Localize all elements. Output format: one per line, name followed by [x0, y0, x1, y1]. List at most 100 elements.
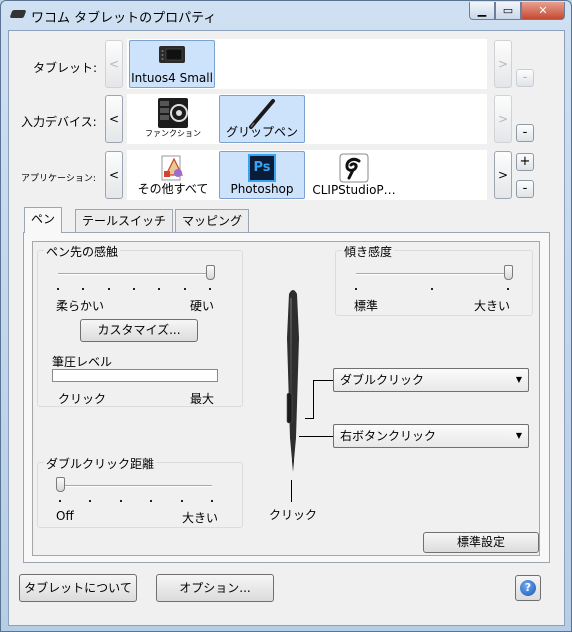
tip-feel-group: ペン先の感触 柔らかい 硬い カスタマイズ... 筆圧レベル クリック 最大 — [37, 243, 243, 407]
pressure-level-bar — [52, 369, 218, 382]
tilt-track — [356, 273, 508, 275]
double-click-tick — [59, 500, 61, 502]
app-item-photoshop-label: Photoshop — [230, 182, 294, 196]
tilt-normal-label: 標準 — [354, 299, 379, 313]
chevron-down-icon: ▼ — [515, 431, 522, 440]
title-bar: ワコム タブレットのプロパティ ▁ ▭ ✕ — [1, 1, 571, 29]
tip-feel-slider[interactable] — [206, 265, 215, 280]
double-click-off-label: Off — [56, 509, 74, 523]
device-item-grip-pen-label: グリップペン — [225, 125, 298, 139]
double-click-tick — [211, 500, 213, 502]
app-item-all-others[interactable]: その他すべて — [133, 151, 213, 199]
close-button[interactable]: ✕ — [521, 2, 565, 20]
help-button[interactable]: ? — [515, 575, 541, 601]
app-prev-button[interactable]: < — [105, 151, 123, 199]
upper-switch-callout — [305, 418, 313, 419]
device-item-grip-pen[interactable]: グリップペン — [219, 95, 305, 143]
double-click-large-label: 大きい — [182, 511, 219, 525]
minimize-icon: ▁ — [477, 4, 487, 17]
tablet-next-button[interactable]: > — [494, 40, 512, 88]
tab-pen[interactable]: ペン — [24, 207, 63, 233]
double-click-distance-title: ダブルクリック距離 — [44, 455, 157, 472]
tablet-item-intuos4-small[interactable]: Intuos4 Small — [129, 40, 215, 88]
double-click-slider[interactable] — [56, 477, 65, 492]
tip-feel-firm-label: 硬い — [190, 299, 215, 313]
tip-feel-tick — [183, 288, 186, 290]
tip-feel-tick — [82, 288, 85, 290]
lower-side-switch-dropdown[interactable]: 右ボタンクリック ▼ — [333, 424, 529, 448]
pressure-level-label: 筆圧レベル — [52, 355, 113, 369]
tablet-icon — [159, 46, 185, 63]
pressure-click-label: クリック — [58, 392, 107, 406]
pen-tab-panel: ペン先の感触 柔らかい 硬い カスタマイズ... 筆圧レベル クリック 最大 ダ… — [23, 232, 550, 563]
app-remove-button[interactable]: - — [516, 180, 534, 198]
window-controls: ▁ ▭ ✕ — [469, 2, 565, 20]
double-click-distance-group: ダブルクリック距離 Off 大きい — [37, 455, 243, 528]
tilt-tick — [431, 288, 433, 290]
pressure-max-label: 最大 — [190, 392, 215, 406]
tip-feel-tick — [57, 288, 59, 290]
tilt-tick — [355, 288, 357, 290]
client-area: タブレット: < Intuos4 Small > - 入力デバイス: < ファン… — [8, 30, 565, 626]
tablet-remove-button[interactable]: - — [516, 69, 534, 87]
tablet-item-label: Intuos4 Small — [131, 71, 213, 85]
upper-switch-callout-vertical — [313, 380, 314, 419]
app-item-clip-studio[interactable]: CLIPStudioP… — [309, 151, 399, 199]
tip-feel-track — [58, 273, 210, 275]
minimize-button[interactable]: ▁ — [469, 2, 495, 20]
window-title: ワコム タブレットのプロパティ — [31, 11, 217, 26]
settings-tabs: ペン テールスイッチ マッピング ペン先の感触 柔らかい 硬い カスタマイズ..… — [23, 207, 550, 563]
tab-tail-switch[interactable]: テールスイッチ — [75, 209, 174, 232]
maximize-icon: ▭ — [502, 4, 514, 17]
app-item-all-others-label: その他すべて — [137, 182, 209, 196]
double-click-tick — [150, 500, 153, 502]
double-click-tick — [180, 500, 183, 502]
app-row-label: アプリケーション: — [21, 174, 96, 184]
tip-feel-tick — [107, 288, 110, 290]
pen-app-icon — [9, 10, 27, 18]
double-click-tick — [89, 500, 92, 502]
device-row-label: 入力デバイス: — [21, 115, 97, 129]
device-next-button[interactable]: > — [494, 95, 512, 143]
device-remove-button[interactable]: - — [516, 124, 534, 142]
app-add-button[interactable]: + — [516, 153, 534, 171]
device-item-function[interactable]: ファンクション — [133, 95, 213, 143]
lower-side-switch-value: 右ボタンクリック — [340, 429, 437, 443]
tablet-prev-button[interactable]: < — [105, 40, 123, 88]
device-item-function-label: ファンクション — [145, 129, 201, 138]
double-click-track — [60, 485, 212, 487]
upper-side-switch-value: ダブルクリック — [340, 373, 425, 387]
tilt-sensitivity-slider[interactable] — [504, 265, 513, 280]
about-tablet-button[interactable]: タブレットについて — [19, 574, 137, 602]
maximize-button[interactable]: ▭ — [495, 2, 521, 20]
tip-feel-soft-label: 柔らかい — [56, 299, 105, 313]
help-icon: ? — [520, 580, 536, 596]
tip-click-label: クリック — [269, 508, 318, 522]
app-item-photoshop[interactable]: Ps Photoshop — [219, 151, 305, 199]
tilt-sensitivity-title: 傾き感度 — [342, 243, 395, 260]
tip-callout-line — [291, 480, 292, 502]
device-strip: ファンクション グリップペン — [127, 94, 487, 144]
device-prev-button[interactable]: < — [105, 95, 123, 143]
app-next-button[interactable]: > — [494, 151, 512, 199]
lower-switch-callout — [299, 436, 333, 437]
chevron-down-icon: ▼ — [515, 375, 522, 384]
tip-feel-tick — [133, 288, 135, 290]
app-item-clip-studio-label: CLIPStudioP… — [312, 183, 396, 197]
photoshop-icon: Ps — [248, 154, 276, 182]
double-click-tick — [119, 500, 122, 502]
options-button[interactable]: オプション... — [156, 574, 274, 602]
default-button[interactable]: 標準設定 — [423, 532, 539, 553]
properties-window: ワコム タブレットのプロパティ ▁ ▭ ✕ タブレット: < Intuos4 S… — [0, 0, 572, 632]
customize-button[interactable]: カスタマイズ... — [80, 319, 198, 342]
upper-switch-callout-horizontal — [313, 380, 333, 381]
tilt-tick — [507, 288, 509, 290]
tab-mapping[interactable]: マッピング — [175, 209, 250, 232]
tip-feel-title: ペン先の感触 — [44, 243, 121, 260]
pen-illustration — [286, 290, 299, 472]
upper-side-switch-dropdown[interactable]: ダブルクリック ▼ — [333, 368, 529, 392]
clip-studio-icon — [339, 153, 369, 183]
tip-feel-tick — [209, 288, 211, 290]
tablet-strip: Intuos4 Small — [127, 39, 487, 89]
tablet-row-label: タブレット: — [33, 61, 98, 75]
